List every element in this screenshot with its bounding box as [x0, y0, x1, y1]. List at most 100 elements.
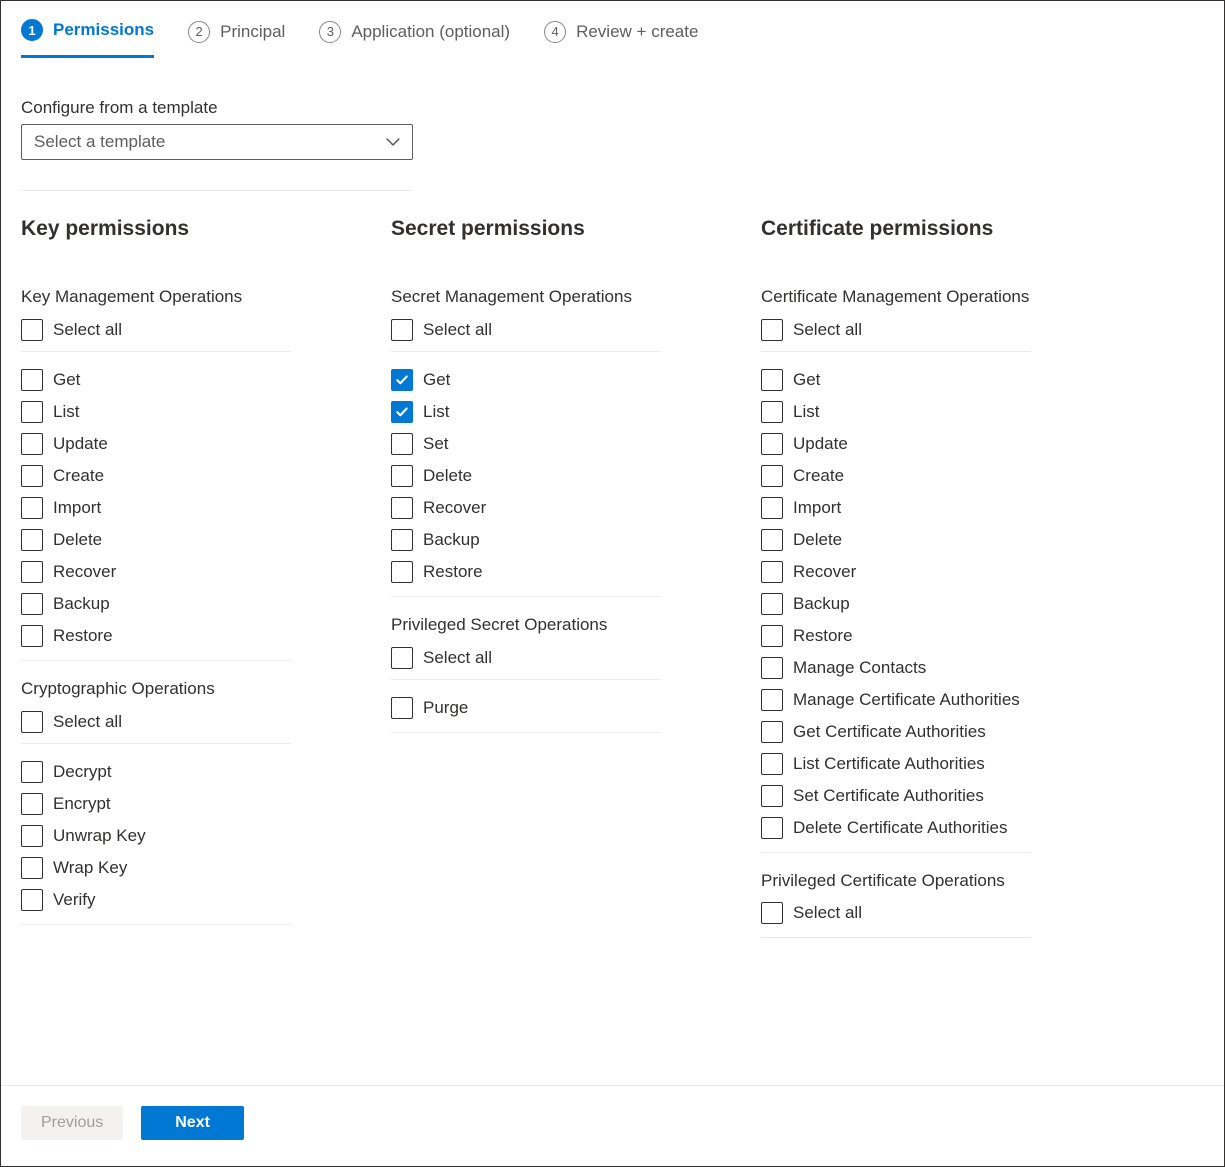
tab-application-optional-[interactable]: 3Application (optional): [319, 19, 510, 58]
checkbox[interactable]: [391, 433, 413, 455]
checkbox[interactable]: [21, 497, 43, 519]
checkbox[interactable]: [761, 817, 783, 839]
permission-row: Select all: [761, 897, 1031, 929]
permission-row: Backup: [21, 588, 291, 620]
select-all-label: Select all: [53, 712, 122, 732]
column-title: Certificate permissions: [761, 217, 1121, 241]
checkbox[interactable]: [761, 657, 783, 679]
permission-label: Recover: [793, 562, 856, 582]
permission-row: List: [761, 396, 1031, 428]
checkbox[interactable]: [21, 793, 43, 815]
tab-review-create[interactable]: 4Review + create: [544, 19, 698, 58]
checkbox[interactable]: [21, 401, 43, 423]
checkbox[interactable]: [761, 561, 783, 583]
checkbox[interactable]: [21, 465, 43, 487]
permission-label: Backup: [423, 530, 480, 550]
permission-label: List: [793, 402, 819, 422]
checkbox[interactable]: [21, 433, 43, 455]
checkbox[interactable]: [21, 625, 43, 647]
permissions-column: Key permissionsKey Management Operations…: [21, 217, 381, 938]
permission-row: Recover: [21, 556, 291, 588]
permission-row: Encrypt: [21, 788, 291, 820]
permission-row: Decrypt: [21, 756, 291, 788]
checkbox[interactable]: [761, 902, 783, 924]
permission-label: Get: [793, 370, 820, 390]
permission-label: Update: [53, 434, 108, 454]
permission-row: Set Certificate Authorities: [761, 780, 1031, 812]
permission-row: Backup: [391, 524, 661, 556]
checkbox[interactable]: [21, 711, 43, 733]
checkbox[interactable]: [391, 401, 413, 423]
column-title: Secret permissions: [391, 217, 751, 241]
checkbox[interactable]: [761, 625, 783, 647]
permission-list: Select all: [761, 897, 1031, 938]
checkbox[interactable]: [761, 497, 783, 519]
permission-row: Backup: [761, 588, 1031, 620]
checkbox[interactable]: [761, 319, 783, 341]
permission-row: Delete Certificate Authorities: [761, 812, 1031, 844]
group-title: Key Management Operations: [21, 287, 381, 307]
checkbox[interactable]: [761, 433, 783, 455]
checkbox[interactable]: [391, 319, 413, 341]
permission-row: List Certificate Authorities: [761, 748, 1031, 780]
chevron-down-icon: [386, 135, 400, 149]
checkbox[interactable]: [761, 529, 783, 551]
permission-label: Restore: [793, 626, 853, 646]
checkbox[interactable]: [761, 721, 783, 743]
checkbox[interactable]: [761, 401, 783, 423]
wizard-footer: Previous Next: [1, 1085, 1224, 1166]
permissions-column: Secret permissions Secret Management Oper…: [391, 217, 751, 938]
checkbox[interactable]: [21, 593, 43, 615]
checkbox[interactable]: [761, 689, 783, 711]
select-all-row: Select all: [391, 641, 661, 680]
permission-row: Update: [21, 428, 291, 460]
checkbox[interactable]: [391, 697, 413, 719]
permission-list: GetListUpdateCreateImportDeleteRecoverBa…: [761, 364, 1031, 853]
checkbox[interactable]: [391, 465, 413, 487]
permission-label: Get: [423, 370, 450, 390]
group-title: Secret Management Operations: [391, 287, 751, 307]
permission-label: Manage Certificate Authorities: [793, 690, 1020, 710]
checkbox[interactable]: [761, 369, 783, 391]
checkbox[interactable]: [761, 785, 783, 807]
checkbox[interactable]: [21, 889, 43, 911]
select-all-label: Select all: [793, 320, 862, 340]
select-all-label: Select all: [423, 648, 492, 668]
permission-row: Unwrap Key: [21, 820, 291, 852]
next-button[interactable]: Next: [141, 1106, 244, 1140]
permission-row: Delete: [391, 460, 661, 492]
tab-label: Review + create: [576, 22, 698, 42]
checkbox[interactable]: [391, 529, 413, 551]
checkbox[interactable]: [391, 497, 413, 519]
template-select[interactable]: Select a template: [21, 124, 413, 160]
permission-label: Delete: [423, 466, 472, 486]
permission-list: GetListUpdateCreateImportDeleteRecoverBa…: [21, 364, 291, 661]
checkbox[interactable]: [21, 561, 43, 583]
permission-list: DecryptEncryptUnwrap KeyWrap KeyVerify: [21, 756, 291, 925]
checkbox[interactable]: [761, 593, 783, 615]
tab-principal[interactable]: 2Principal: [188, 19, 285, 58]
template-placeholder: Select a template: [34, 132, 165, 152]
group-title: Certificate Management Operations: [761, 287, 1121, 307]
checkbox[interactable]: [21, 319, 43, 341]
checkbox[interactable]: [21, 761, 43, 783]
checkbox[interactable]: [761, 753, 783, 775]
checkbox[interactable]: [391, 561, 413, 583]
checkbox[interactable]: [21, 369, 43, 391]
divider: [21, 190, 413, 191]
permission-row: Manage Certificate Authorities: [761, 684, 1031, 716]
checkbox[interactable]: [391, 369, 413, 391]
content-area: Configure from a template Select a templ…: [1, 58, 1224, 1038]
permission-row: Restore: [391, 556, 661, 588]
permission-row: Set: [391, 428, 661, 460]
permission-row: List: [391, 396, 661, 428]
checkbox[interactable]: [21, 825, 43, 847]
checkbox[interactable]: [761, 465, 783, 487]
checkbox[interactable]: [21, 857, 43, 879]
permission-label: Restore: [423, 562, 483, 582]
tab-permissions[interactable]: 1Permissions: [21, 19, 154, 58]
permission-label: Encrypt: [53, 794, 111, 814]
permission-row: Purge: [391, 692, 661, 724]
checkbox[interactable]: [391, 647, 413, 669]
checkbox[interactable]: [21, 529, 43, 551]
